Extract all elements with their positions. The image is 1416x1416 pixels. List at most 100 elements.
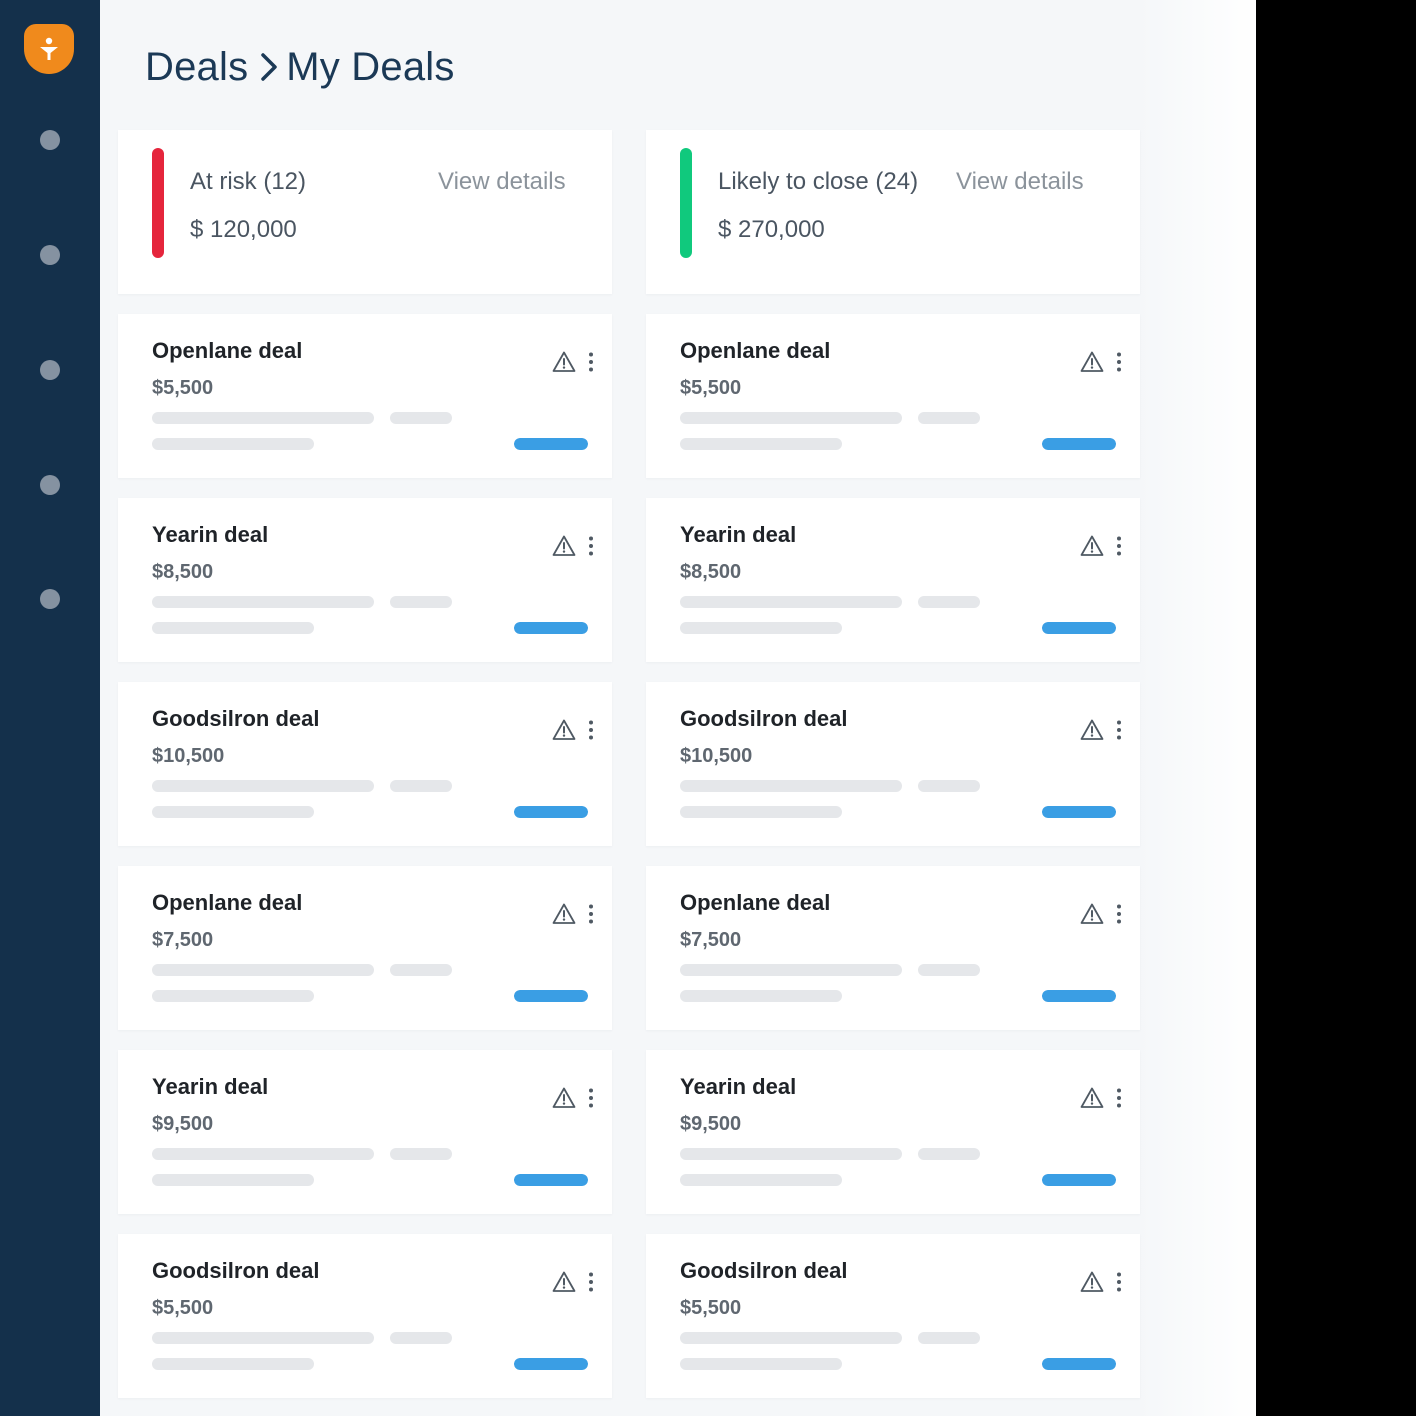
- more-vertical-icon[interactable]: [1112, 718, 1126, 742]
- warning-icon[interactable]: [552, 1270, 576, 1294]
- deal-progress-bar: [514, 438, 588, 450]
- warning-icon[interactable]: [552, 534, 576, 558]
- deal-progress-fill: [514, 622, 588, 634]
- deal-progress-bar: [1042, 1358, 1116, 1370]
- deal-name: Goodsilron deal: [152, 1258, 320, 1283]
- more-vertical-icon[interactable]: [1112, 350, 1126, 374]
- deal-card[interactable]: Openlane deal $5,500: [646, 314, 1140, 478]
- deal-progress-fill: [1042, 806, 1116, 818]
- deal-progress-fill: [514, 990, 588, 1002]
- deal-progress-fill: [514, 1358, 588, 1370]
- deal-progress-bar: [1042, 622, 1116, 634]
- placeholder-line: [390, 780, 452, 792]
- placeholder-line: [680, 1148, 902, 1160]
- more-vertical-icon[interactable]: [584, 534, 598, 558]
- summary-card-likely-to-close[interactable]: Likely to close (24) $ 270,000 View deta…: [646, 130, 1140, 294]
- warning-icon[interactable]: [552, 718, 576, 742]
- view-details-link[interactable]: View details: [956, 168, 1084, 196]
- placeholder-line: [152, 412, 374, 424]
- more-vertical-icon[interactable]: [1112, 902, 1126, 926]
- panel-edge: [1140, 0, 1256, 1416]
- placeholder-line: [680, 1174, 842, 1186]
- deal-card[interactable]: Goodsilron deal $10,500: [646, 682, 1140, 846]
- deal-card[interactable]: Openlane deal $7,500: [118, 866, 612, 1030]
- nav-item-1[interactable]: [40, 130, 60, 150]
- placeholder-line: [680, 1332, 902, 1344]
- warning-icon[interactable]: [1080, 718, 1104, 742]
- placeholder-line: [680, 438, 842, 450]
- nav-item-3[interactable]: [40, 360, 60, 380]
- nav-item-5[interactable]: [40, 589, 60, 609]
- deal-amount: $10,500: [680, 745, 753, 767]
- deal-card[interactable]: Yearin deal $9,500: [118, 1050, 612, 1214]
- more-vertical-icon[interactable]: [584, 902, 598, 926]
- deal-amount: $7,500: [152, 929, 214, 951]
- placeholder-line: [918, 412, 980, 424]
- deal-name: Openlane deal: [680, 890, 831, 915]
- placeholder-line: [152, 1148, 374, 1160]
- more-vertical-icon[interactable]: [584, 350, 598, 374]
- placeholder-line: [680, 806, 842, 818]
- warning-icon[interactable]: [552, 350, 576, 374]
- breadcrumb: Deals My Deals: [145, 40, 455, 94]
- deal-progress-fill: [1042, 438, 1116, 450]
- deal-name: Openlane deal: [152, 338, 303, 363]
- view-details-link[interactable]: View details: [438, 168, 566, 196]
- placeholder-line: [152, 990, 314, 1002]
- placeholder-line: [390, 1148, 452, 1160]
- more-vertical-icon[interactable]: [1112, 534, 1126, 558]
- deal-progress-bar: [1042, 1174, 1116, 1186]
- deal-progress-bar: [514, 1174, 588, 1186]
- placeholder-line: [918, 1148, 980, 1160]
- brand-logo-icon[interactable]: [24, 24, 74, 74]
- deal-name: Openlane deal: [152, 890, 303, 915]
- more-vertical-icon[interactable]: [1112, 1086, 1126, 1110]
- deal-card[interactable]: Goodsilron deal $10,500: [118, 682, 612, 846]
- deal-name: Yearin deal: [680, 1074, 797, 1099]
- deal-amount: $8,500: [680, 561, 742, 583]
- placeholder-line: [152, 622, 314, 634]
- warning-icon[interactable]: [1080, 902, 1104, 926]
- placeholder-line: [918, 964, 980, 976]
- deal-card[interactable]: Yearin deal $8,500: [646, 498, 1140, 662]
- nav-item-4[interactable]: [40, 475, 60, 495]
- summary-amount: $ 120,000: [190, 216, 297, 243]
- deal-card[interactable]: Openlane deal $5,500: [118, 314, 612, 478]
- deal-card[interactable]: Goodsilron deal $5,500: [646, 1234, 1140, 1398]
- more-vertical-icon[interactable]: [584, 1086, 598, 1110]
- deal-card[interactable]: Goodsilron deal $5,500: [118, 1234, 612, 1398]
- more-vertical-icon[interactable]: [584, 718, 598, 742]
- placeholder-line: [152, 964, 374, 976]
- warning-icon[interactable]: [1080, 534, 1104, 558]
- placeholder-line: [152, 1358, 314, 1370]
- deal-amount: $5,500: [680, 1297, 742, 1319]
- deal-progress-fill: [514, 1174, 588, 1186]
- deal-progress-bar: [1042, 438, 1116, 450]
- sidebar: [0, 0, 100, 1416]
- deal-name: Goodsilron deal: [680, 1258, 848, 1283]
- deal-card[interactable]: Yearin deal $9,500: [646, 1050, 1140, 1214]
- placeholder-line: [680, 780, 902, 792]
- breadcrumb-deals[interactable]: Deals: [145, 45, 248, 90]
- deal-card[interactable]: Yearin deal $8,500: [118, 498, 612, 662]
- deal-amount: $9,500: [152, 1113, 214, 1135]
- deal-card[interactable]: Openlane deal $7,500: [646, 866, 1140, 1030]
- summary-card-at-risk[interactable]: At risk (12) $ 120,000 View details: [118, 130, 612, 294]
- deal-progress-bar: [514, 806, 588, 818]
- warning-icon[interactable]: [1080, 1270, 1104, 1294]
- deal-progress-fill: [1042, 1358, 1116, 1370]
- warning-icon[interactable]: [1080, 350, 1104, 374]
- warning-icon[interactable]: [1080, 1086, 1104, 1110]
- breadcrumb-my-deals: My Deals: [286, 44, 455, 89]
- deal-progress-fill: [514, 438, 588, 450]
- warning-icon[interactable]: [552, 1086, 576, 1110]
- placeholder-line: [390, 1332, 452, 1344]
- more-vertical-icon[interactable]: [1112, 1270, 1126, 1294]
- more-vertical-icon[interactable]: [584, 1270, 598, 1294]
- chevron-right-icon: [260, 52, 278, 82]
- nav-item-2[interactable]: [40, 245, 60, 265]
- deal-progress-bar: [514, 1358, 588, 1370]
- warning-icon[interactable]: [552, 902, 576, 926]
- deal-amount: $5,500: [152, 377, 214, 399]
- deal-progress-fill: [514, 806, 588, 818]
